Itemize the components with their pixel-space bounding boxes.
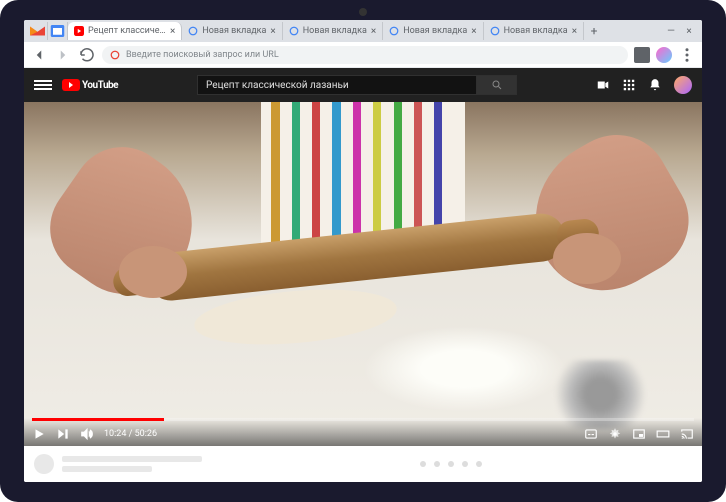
hamburger-menu-button[interactable] (34, 80, 52, 90)
reload-button[interactable] (78, 46, 96, 64)
player-controls: 10:24 / 50:26 (24, 418, 702, 446)
gmail-icon (28, 22, 47, 40)
tab-active[interactable]: Рецепт классической лазаньи × (68, 22, 182, 40)
calendar-icon (48, 22, 67, 40)
notifications-button[interactable] (648, 78, 662, 92)
volume-button[interactable] (80, 427, 94, 441)
youtube-logo[interactable]: YouTube (62, 79, 118, 91)
cast-button[interactable] (680, 427, 694, 441)
loading-dots (420, 461, 482, 467)
tablet-camera (359, 8, 367, 16)
tab-item[interactable]: Новая вкладка × (484, 22, 584, 40)
tab-close-icon[interactable]: × (572, 26, 577, 37)
progress-bar[interactable] (32, 418, 694, 421)
tab-close-icon[interactable]: × (170, 26, 175, 37)
back-button[interactable] (30, 46, 48, 64)
google-g-icon (110, 50, 120, 60)
tab-close-icon[interactable]: × (270, 26, 275, 37)
youtube-icon (74, 26, 84, 36)
theater-button[interactable] (656, 427, 670, 441)
tab-title: Новая вкладка (202, 26, 266, 36)
miniplayer-button[interactable] (632, 427, 646, 441)
tab-close-icon[interactable]: × (371, 26, 376, 37)
browser-tabstrip: Рецепт классической лазаньи × Новая вкла… (24, 20, 702, 42)
pinned-tab-calendar[interactable] (48, 22, 68, 40)
google-icon (188, 26, 198, 36)
arrow-right-icon (54, 46, 72, 64)
video-camera-icon (596, 78, 610, 92)
time-display: 10:24 / 50:26 (104, 429, 157, 439)
bell-icon (648, 78, 662, 92)
screen: Рецепт классической лазаньи × Новая вкла… (24, 20, 702, 482)
tablet-frame: Рецепт классической лазаньи × Новая вкла… (0, 0, 726, 502)
progress-fill (32, 418, 164, 421)
tab-title: Новая вкладка (504, 26, 568, 36)
forward-button[interactable] (54, 46, 72, 64)
skeleton-avatar (34, 454, 54, 474)
cast-icon (680, 427, 694, 441)
apps-button[interactable] (622, 78, 636, 92)
video-frame (24, 102, 702, 446)
reload-icon (78, 46, 96, 64)
next-icon (56, 427, 70, 441)
youtube-header: YouTube (24, 68, 702, 102)
youtube-play-icon (62, 79, 80, 91)
kebab-icon (678, 46, 696, 64)
subtitles-icon (584, 427, 598, 441)
omnibox-placeholder: Введите поисковый запрос или URL (126, 50, 279, 60)
settings-button[interactable] (608, 427, 622, 441)
theater-icon (656, 427, 670, 441)
apps-grid-icon (622, 78, 636, 92)
youtube-logo-text: YouTube (82, 80, 118, 91)
tab-title: Новая вкладка (303, 26, 367, 36)
google-icon (490, 26, 500, 36)
video-player[interactable]: 10:24 / 50:26 (24, 102, 702, 446)
google-icon (389, 26, 399, 36)
browser-menu-button[interactable] (678, 46, 696, 64)
volume-icon (80, 427, 94, 441)
create-button[interactable] (596, 78, 610, 92)
search-icon (491, 79, 503, 91)
video-meta-skeleton (24, 446, 702, 482)
tab-item[interactable]: Новая вкладка × (182, 22, 282, 40)
skeleton-line (62, 466, 152, 472)
google-icon (289, 26, 299, 36)
next-button[interactable] (56, 427, 70, 441)
browser-toolbar: Введите поисковый запрос или URL (24, 42, 702, 68)
youtube-search (197, 75, 517, 95)
browser-profile-avatar[interactable] (656, 47, 672, 63)
tab-title: Новая вкладка (403, 26, 467, 36)
address-bar[interactable]: Введите поисковый запрос или URL (102, 46, 628, 64)
minimize-button[interactable]: — (664, 24, 678, 38)
gear-icon (608, 427, 622, 441)
subtitles-button[interactable] (584, 427, 598, 441)
tab-item[interactable]: Новая вкладка × (383, 22, 483, 40)
play-button[interactable] (32, 427, 46, 441)
youtube-profile-avatar[interactable] (674, 76, 692, 94)
arrow-left-icon (30, 46, 48, 64)
tab-close-icon[interactable]: × (471, 26, 476, 37)
new-tab-button[interactable]: + (584, 22, 604, 40)
extension-icon[interactable] (634, 47, 650, 63)
miniplayer-icon (632, 427, 646, 441)
skeleton-line (62, 456, 202, 462)
pinned-tab-gmail[interactable] (28, 22, 48, 40)
tab-title: Рецепт классической лазаньи (88, 26, 166, 36)
close-window-button[interactable]: × (682, 24, 696, 38)
play-icon (32, 427, 46, 441)
search-input[interactable] (197, 75, 477, 95)
tab-item[interactable]: Новая вкладка × (283, 22, 383, 40)
search-button[interactable] (477, 75, 517, 95)
